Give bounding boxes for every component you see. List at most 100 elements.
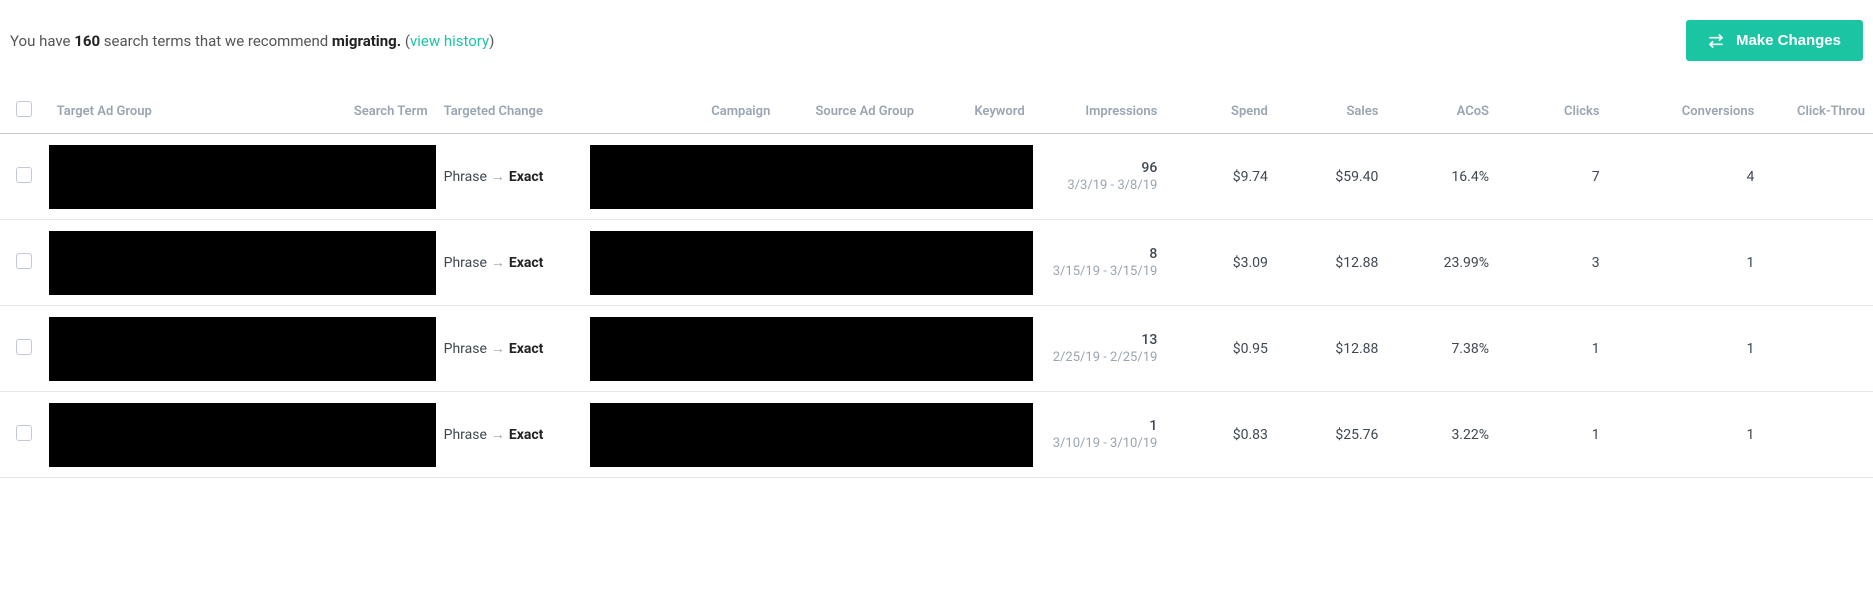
spend-cell: $0.95 (1165, 306, 1276, 392)
impressions-cell: 8 3/15/19 - 3/15/19 (1033, 220, 1166, 306)
change-from: Phrase (444, 427, 487, 443)
target-ad-group-cell (49, 392, 436, 478)
impressions-cell: 96 3/3/19 - 3/8/19 (1033, 134, 1166, 220)
change-to: Exact (509, 427, 544, 443)
col-spend[interactable]: Spend (1165, 91, 1276, 134)
sales-cell: $12.88 (1276, 306, 1387, 392)
col-ctr[interactable]: Click-Throu (1762, 91, 1873, 134)
change-to: Exact (509, 169, 544, 185)
sales-cell: $12.88 (1276, 220, 1387, 306)
col-target-ad-group[interactable]: Target Ad Group (49, 91, 325, 134)
ctr-cell (1762, 134, 1873, 220)
campaign-cell (590, 306, 1032, 392)
table-row: Phrase→Exact 8 3/15/19 - 3/15/19 $3.09$12.8… (0, 220, 1873, 306)
arrow-right-icon: → (491, 255, 505, 271)
redacted-block (590, 231, 1032, 295)
impressions-dates: 3/3/19 - 3/8/19 (1041, 178, 1158, 193)
row-checkbox-cell (0, 392, 49, 478)
acos-cell: 23.99% (1386, 220, 1497, 306)
row-checkbox[interactable] (16, 167, 32, 183)
change-to: Exact (509, 255, 544, 271)
target-ad-group-cell (49, 220, 436, 306)
view-history-link[interactable]: view history (410, 32, 489, 50)
targeted-change-cell: Phrase→Exact (436, 220, 591, 306)
table-row: Phrase→Exact 132/25/19 - 2/25/19$0.95$12.… (0, 306, 1873, 392)
impressions-dates: 3/10/19 - 3/10/19 (1041, 436, 1158, 451)
targeted-change-cell: Phrase→Exact (436, 392, 591, 478)
conversions-cell: 4 (1608, 134, 1763, 220)
spend-cell: $0.83 (1165, 392, 1276, 478)
impressions-dates: 3/15/19 - 3/15/19 (1041, 264, 1158, 279)
change-to: Exact (509, 341, 544, 357)
targeted-change-cell: Phrase→Exact (436, 134, 591, 220)
campaign-cell (590, 134, 1032, 220)
clicks-cell: 7 (1497, 134, 1608, 220)
summary-middle: search terms that we recommend (100, 32, 332, 50)
paren-close: ) (489, 32, 494, 50)
redacted-block (49, 317, 436, 381)
change-from: Phrase (444, 169, 487, 185)
col-source-ad-group[interactable]: Source Ad Group (778, 91, 922, 134)
redacted-block (590, 403, 1032, 467)
col-keyword[interactable]: Keyword (922, 91, 1033, 134)
redacted-block (49, 145, 436, 209)
impressions-value: 8 (1041, 246, 1158, 262)
redacted-block (590, 145, 1032, 209)
recommendation-summary: You have 160 search terms that we recomm… (10, 32, 494, 50)
conversions-cell: 1 (1608, 306, 1763, 392)
col-impressions[interactable]: Impressions (1033, 91, 1166, 134)
table-row: Phrase→Exact13/10/19 - 3/10/19$0.83$25.7… (0, 392, 1873, 478)
spend-cell: $9.74 (1165, 134, 1276, 220)
acos-cell: 16.4% (1386, 134, 1497, 220)
col-sales[interactable]: Sales (1276, 91, 1387, 134)
summary-action: migrating. (332, 32, 401, 50)
redacted-block (590, 317, 1032, 381)
impressions-value: 1 (1041, 418, 1158, 434)
row-checkbox-cell (0, 134, 49, 220)
ctr-cell (1762, 392, 1873, 478)
impressions-dates: 2/25/19 - 2/25/19 (1041, 350, 1158, 365)
row-checkbox[interactable] (16, 339, 32, 355)
row-checkbox[interactable] (16, 253, 32, 269)
ctr-cell (1762, 306, 1873, 392)
spend-cell: $3.09 (1165, 220, 1276, 306)
redacted-block (49, 231, 436, 295)
arrow-right-icon: → (491, 169, 505, 185)
make-changes-button[interactable]: Make Changes (1686, 20, 1863, 61)
col-campaign[interactable]: Campaign (590, 91, 778, 134)
conversions-cell: 1 (1608, 392, 1763, 478)
arrow-right-icon: → (491, 427, 505, 443)
make-changes-label: Make Changes (1736, 32, 1841, 49)
ctr-cell (1762, 220, 1873, 306)
swap-icon (1708, 33, 1724, 49)
change-from: Phrase (444, 341, 487, 357)
row-checkbox-cell (0, 306, 49, 392)
sales-cell: $59.40 (1276, 134, 1387, 220)
col-clicks[interactable]: Clicks (1497, 91, 1608, 134)
paren-open: ( (401, 32, 410, 50)
targeted-change-cell: Phrase→Exact (436, 306, 591, 392)
col-targeted-change[interactable]: Targeted Change (436, 91, 591, 134)
row-checkbox-cell (0, 220, 49, 306)
impressions-value: 96 (1041, 160, 1158, 176)
summary-prefix: You have (10, 32, 74, 50)
target-ad-group-cell (49, 134, 436, 220)
row-checkbox[interactable] (16, 425, 32, 441)
campaign-cell (590, 220, 1032, 306)
col-search-term[interactable]: Search Term (325, 91, 436, 134)
campaign-cell (590, 392, 1032, 478)
header-checkbox-col (0, 91, 49, 134)
target-ad-group-cell (49, 306, 436, 392)
arrow-right-icon: → (491, 341, 505, 357)
col-acos[interactable]: ACoS (1386, 91, 1497, 134)
select-all-checkbox[interactable] (16, 101, 32, 117)
col-conversions[interactable]: Conversions (1608, 91, 1763, 134)
acos-cell: 7.38% (1386, 306, 1497, 392)
recommendations-table: Target Ad Group Search Term Targeted Cha… (0, 91, 1873, 478)
clicks-cell: 1 (1497, 306, 1608, 392)
clicks-cell: 3 (1497, 220, 1608, 306)
change-from: Phrase (444, 255, 487, 271)
impressions-cell: 132/25/19 - 2/25/19 (1033, 306, 1166, 392)
clicks-cell: 1 (1497, 392, 1608, 478)
impressions-cell: 1 3/10/19 - 3/10/19 (1033, 392, 1166, 478)
